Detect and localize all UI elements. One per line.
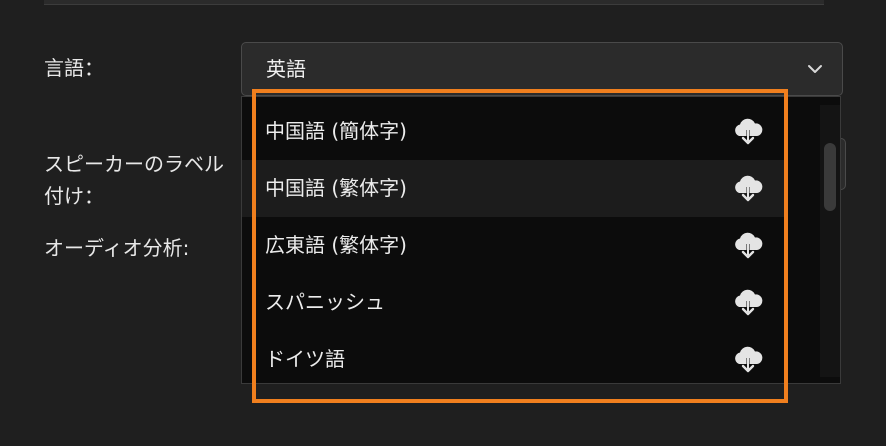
language-select-value: 英語 (266, 57, 306, 81)
cloud-download-icon[interactable] (730, 287, 766, 319)
language-option-cantonese-traditional[interactable]: 広東語 (繁体字) (242, 217, 784, 274)
transcription-settings-panel: 言語： スピーカーのラベル 付け： オーディオ分析: 英語 中国語 (簡体字) … (0, 0, 886, 446)
language-dropdown-list: 中国語 (簡体字) 中国語 (繁体字) 広東語 (繁体字) スパニッシュ ドイツ… (241, 96, 841, 384)
top-field-edge (44, 0, 824, 5)
option-label: 広東語 (繁体字) (265, 233, 407, 257)
cloud-download-icon[interactable] (730, 173, 766, 205)
language-label: 言語： (44, 56, 104, 80)
chevron-down-icon (808, 65, 822, 73)
option-label: ドイツ語 (265, 347, 345, 371)
language-option-spanish[interactable]: スパニッシュ (242, 274, 784, 331)
speaker-labeling-label: スピーカーのラベル (44, 152, 224, 176)
language-option-chinese-traditional[interactable]: 中国語 (繁体字) (242, 160, 784, 217)
option-label: 中国語 (繁体字) (265, 176, 407, 200)
language-option-german[interactable]: ドイツ語 (242, 331, 784, 383)
language-option-chinese-simplified[interactable]: 中国語 (簡体字) (242, 103, 784, 160)
audio-analysis-label: オーディオ分析: (44, 236, 190, 260)
speaker-labeling-label-line2: 付け： (44, 184, 104, 208)
language-select[interactable]: 英語 (241, 42, 843, 96)
cloud-download-icon[interactable] (730, 344, 766, 376)
dropdown-scrollbar[interactable] (820, 105, 840, 377)
option-label: 中国語 (簡体字) (265, 119, 407, 143)
cloud-download-icon[interactable] (730, 230, 766, 262)
option-label: スパニッシュ (265, 290, 385, 314)
scrollbar-thumb[interactable] (824, 143, 836, 211)
cloud-download-icon[interactable] (730, 116, 766, 148)
